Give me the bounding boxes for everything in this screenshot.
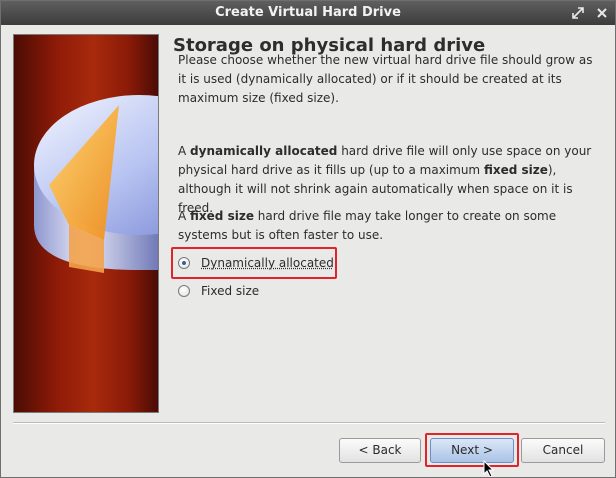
radio-label-fixed[interactable]: Fixed size — [201, 281, 259, 301]
close-icon[interactable] — [593, 4, 611, 22]
wizard-side-image — [13, 34, 159, 413]
text-segment: A — [178, 144, 191, 158]
radio-unchecked-icon[interactable] — [178, 285, 190, 297]
title-bar[interactable]: Create Virtual Hard Drive — [1, 1, 615, 25]
dialog-window: Create Virtual Hard Drive Storage on phy… — [0, 0, 616, 478]
fixed-description-paragraph: A fixed size hard drive file may take lo… — [178, 207, 603, 245]
bold-term: dynamically allocated — [190, 144, 338, 158]
bold-term: fixed size — [483, 163, 548, 177]
intro-paragraph: Please choose whether the new virtual ha… — [178, 53, 593, 105]
button-separator — [13, 422, 605, 424]
radio-label-dynamic[interactable]: Dynamically allocated — [201, 253, 334, 273]
radio-checked-icon[interactable] — [178, 257, 190, 269]
window-title: Create Virtual Hard Drive — [215, 5, 401, 20]
cancel-button[interactable]: Cancel — [521, 438, 605, 463]
bold-term: fixed size — [190, 209, 254, 223]
radio-fixed-size[interactable]: Fixed size — [178, 281, 278, 301]
mouse-cursor-icon — [483, 460, 495, 477]
hard-disk-illustration — [34, 95, 158, 273]
back-button[interactable]: < Back — [339, 438, 421, 463]
text-segment: A — [178, 209, 191, 223]
maximize-icon[interactable] — [569, 4, 587, 22]
radio-dynamically-allocated[interactable]: Dynamically allocated — [178, 253, 334, 273]
next-button[interactable]: Next > — [430, 438, 514, 463]
